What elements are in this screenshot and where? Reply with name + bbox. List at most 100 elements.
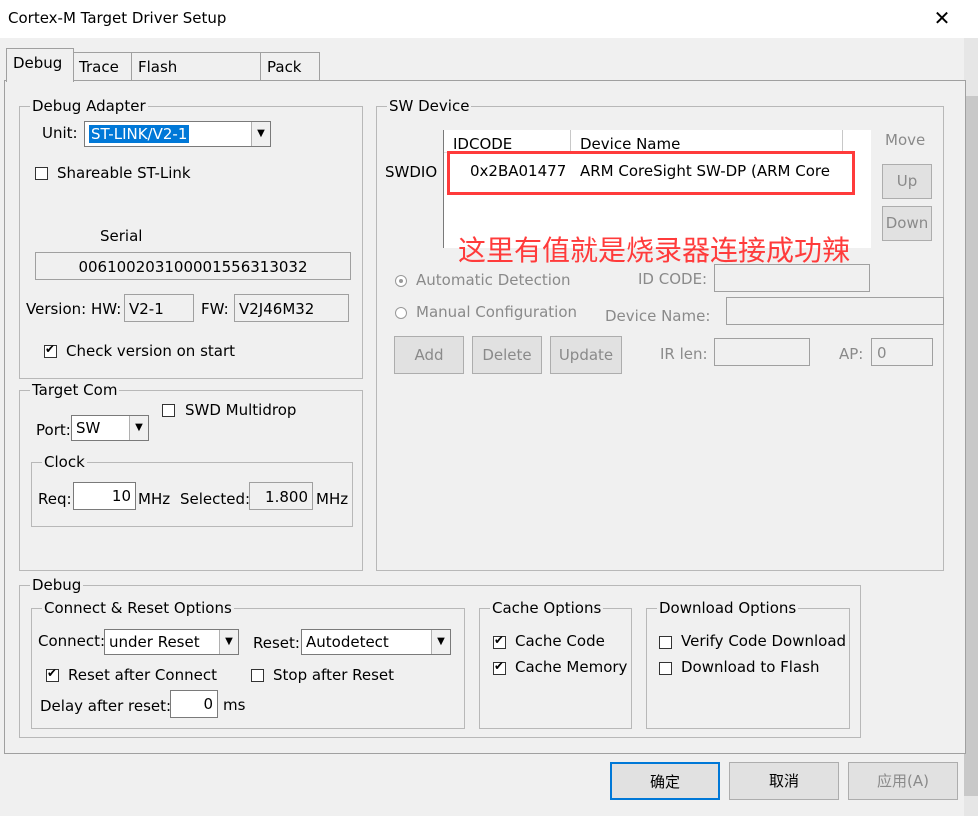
clock-legend: Clock [44,453,85,471]
cache-options-legend: Cache Options [492,599,602,617]
serial-value: 0061002031000015563130​32 [35,252,351,280]
download-flash-checkbox[interactable] [659,659,672,677]
swdio-label: SWDIO [385,163,438,181]
ok-button[interactable]: 确定 [610,762,720,800]
cache-memory-label: Cache Memory [515,658,628,676]
cancel-button[interactable]: 取消 [729,762,839,800]
connect-select[interactable]: under Reset ▼ [104,629,239,655]
check-version-label: Check version on start [66,342,236,360]
window-title: Cortex-M Target Driver Setup [8,9,227,27]
checkbox-icon[interactable] [162,404,175,417]
column-header-idcode[interactable]: IDCODE [444,130,571,153]
fw-value: V2J46M32 [234,294,349,322]
chevron-down-icon[interactable]: ▼ [431,630,450,654]
cache-memory-checkbox[interactable] [493,659,506,677]
checkbox-icon[interactable] [35,167,48,180]
mhz-label-2: MHz [316,490,349,508]
delay-input[interactable]: 0 [170,690,218,718]
port-select[interactable]: SW ▼ [71,415,149,441]
manual-config-radio[interactable] [395,303,407,321]
unit-select[interactable]: ST-LINK/V2-1 ▼ [84,121,271,147]
reset-value: Autodetect [306,633,389,651]
id-code-field[interactable] [714,264,870,292]
move-label: Move [885,131,926,149]
unit-label: Unit: [42,124,78,142]
reset-select[interactable]: Autodetect ▼ [301,629,451,655]
tab-debug[interactable]: Debug [6,48,74,82]
shareable-label: Shareable ST-Link [57,164,191,182]
device-name-label: Device Name: [605,307,711,325]
hw-label: Version: HW: [26,300,122,318]
delete-button[interactable]: Delete [472,336,542,374]
req-label: Req: [38,490,72,508]
manual-config-label: Manual Configuration [416,303,578,321]
check-version-checkbox[interactable] [44,342,57,360]
selected-label: Selected: [180,490,251,508]
delay-label: Delay after reset: [40,697,172,715]
reset-after-connect-checkbox[interactable] [46,666,59,684]
verify-label: Verify Code Download [681,632,847,650]
port-value: SW [76,419,101,437]
checkbox-icon[interactable] [251,669,264,682]
radio-icon[interactable] [395,306,407,319]
column-header-device-name[interactable]: Device Name [571,130,843,153]
checkbox-icon[interactable] [493,633,506,649]
connect-label: Connect: [38,632,106,650]
chevron-down-icon[interactable]: ▼ [251,122,270,146]
highlight-box [447,151,855,195]
auto-detect-radio[interactable] [395,271,407,289]
target-com-legend: Target Com [32,381,118,399]
serial-label: Serial [100,227,143,245]
checkbox-icon[interactable] [659,662,672,675]
cache-code-label: Cache Code [515,632,605,650]
add-button[interactable]: Add [394,336,464,374]
shareable-checkbox[interactable] [35,164,48,182]
stop-after-reset-label: Stop after Reset [273,666,395,684]
checkbox-icon[interactable] [46,666,59,682]
device-name-field[interactable] [726,297,944,325]
unit-value: ST-LINK/V2-1 [89,125,190,143]
checkbox-icon[interactable] [44,342,57,358]
verify-checkbox[interactable] [659,633,672,651]
swd-multidrop-label: SWD Multidrop [185,401,297,419]
apply-button[interactable]: 应用(A) [848,762,958,800]
radio-icon[interactable] [395,274,407,287]
download-flash-label: Download to Flash [681,658,820,676]
chevron-down-icon[interactable]: ▼ [219,630,238,654]
connect-reset-legend: Connect & Reset Options [44,599,232,617]
swd-multidrop-checkbox[interactable] [162,401,175,419]
ms-label: ms [223,696,246,714]
debug-adapter-legend: Debug Adapter [32,97,146,115]
download-options-legend: Download Options [659,599,797,617]
annotation-text: 这里有值就是烧录器连接成功辣 [458,234,851,267]
auto-detect-label: Automatic Detection [416,271,571,289]
up-button[interactable]: Up [882,164,932,199]
stop-after-reset-checkbox[interactable] [251,666,264,684]
checkbox-icon[interactable] [659,636,672,649]
tab-flash-download[interactable]: Flash Download [131,52,261,104]
reset-label: Reset: [253,634,300,652]
close-icon[interactable]: ✕ [930,6,954,30]
ir-len-field[interactable] [714,338,810,366]
background-window-strip [964,38,978,816]
id-code-label: ID CODE: [638,270,708,288]
down-button[interactable]: Down [882,206,932,241]
title-bar: Cortex-M Target Driver Setup ✕ [0,0,978,38]
req-input[interactable]: 10 [73,482,136,510]
port-label: Port: [36,421,71,439]
background-window-shade [964,96,978,796]
ap-label: AP: [839,345,864,363]
hw-value: V2-1 [124,294,194,322]
selected-value: 1.800 [249,482,313,510]
fw-label: FW: [201,300,229,318]
tab-pack[interactable]: Pack [260,52,320,81]
ir-len-label: IR len: [660,345,708,363]
cache-code-checkbox[interactable] [493,633,506,651]
reset-after-connect-label: Reset after Connect [68,666,217,684]
ap-field[interactable]: 0 [871,338,933,366]
checkbox-icon[interactable] [493,659,506,675]
tab-trace[interactable]: Trace [72,52,136,81]
chevron-down-icon[interactable]: ▼ [129,416,148,440]
update-button[interactable]: Update [550,336,622,374]
sw-device-legend: SW Device [389,97,470,115]
